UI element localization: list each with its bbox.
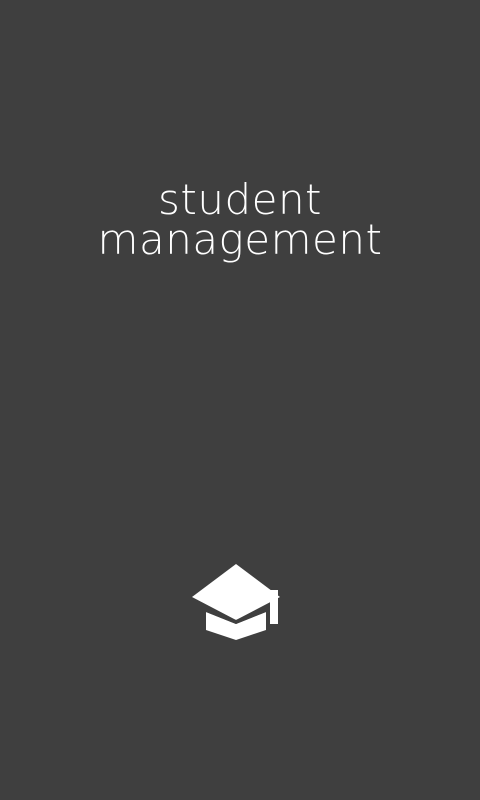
splash-screen: student management — [0, 0, 480, 800]
graduation-cap-icon — [190, 562, 282, 642]
app-title-line-2: management — [97, 215, 383, 264]
app-title-line-1: student — [157, 175, 323, 224]
app-title: student management — [0, 175, 480, 264]
